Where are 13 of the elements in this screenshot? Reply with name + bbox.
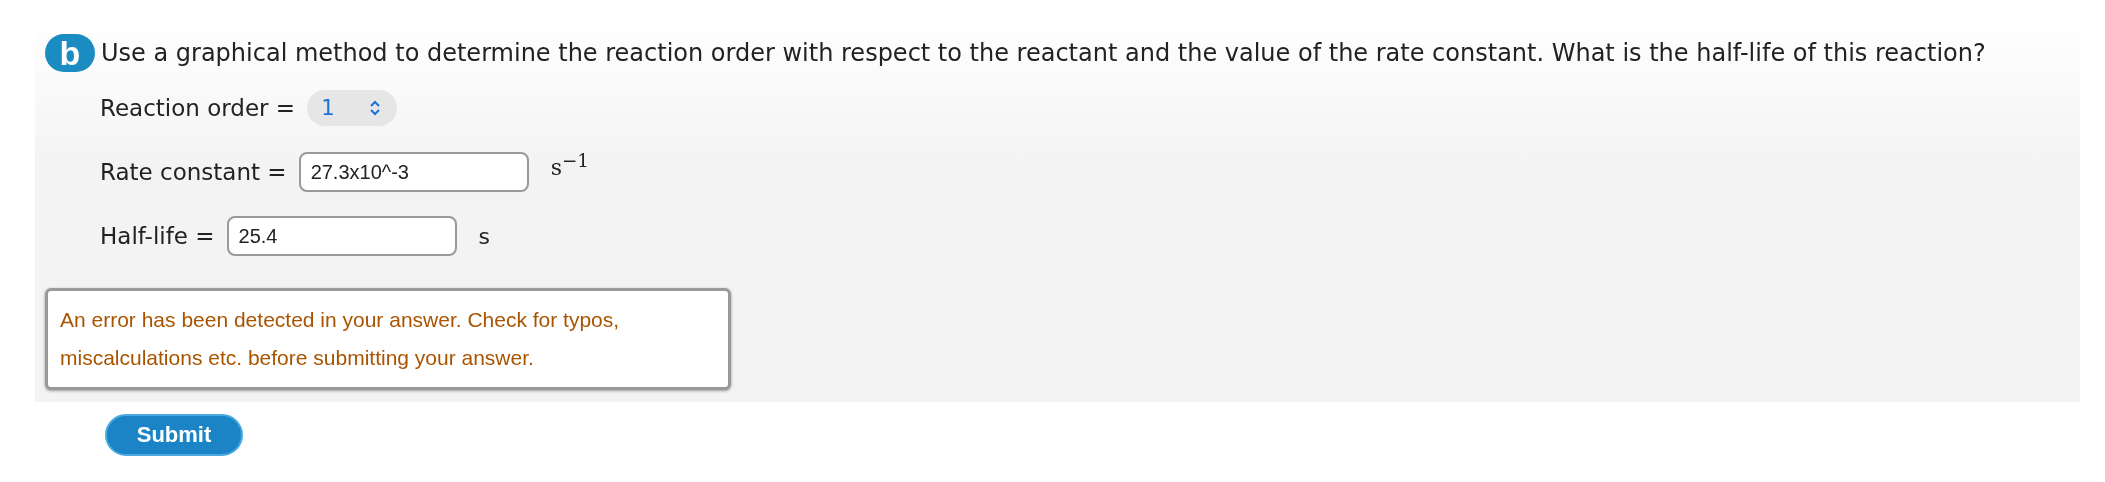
part-badge: b — [45, 34, 95, 72]
answer-field[interactable]: 27.3x10^-3 — [298, 152, 529, 192]
question-text: Use a graphical method to determine the reaction order with respect to the reactant and the value of the rate constant. What is the half-life of this reaction? — [101, 39, 1986, 67]
answer-label: Half-life = — [100, 223, 215, 249]
answer-label: Reaction order = — [100, 95, 296, 121]
order-dropdown[interactable]: 1 — [307, 90, 397, 126]
chevron-icon — [368, 100, 381, 116]
error-message: An error has been detected in your answer. Check for typos, miscalculations etc. before submitting your answer. — [45, 288, 731, 390]
unit-label: s$^{−1}$ — [550, 150, 589, 181]
unit-label: s — [478, 223, 490, 249]
submit-button[interactable]: Submit — [105, 414, 243, 456]
answer-label: Rate constant = — [100, 159, 287, 185]
answer-field[interactable]: 25.4 — [226, 216, 457, 256]
